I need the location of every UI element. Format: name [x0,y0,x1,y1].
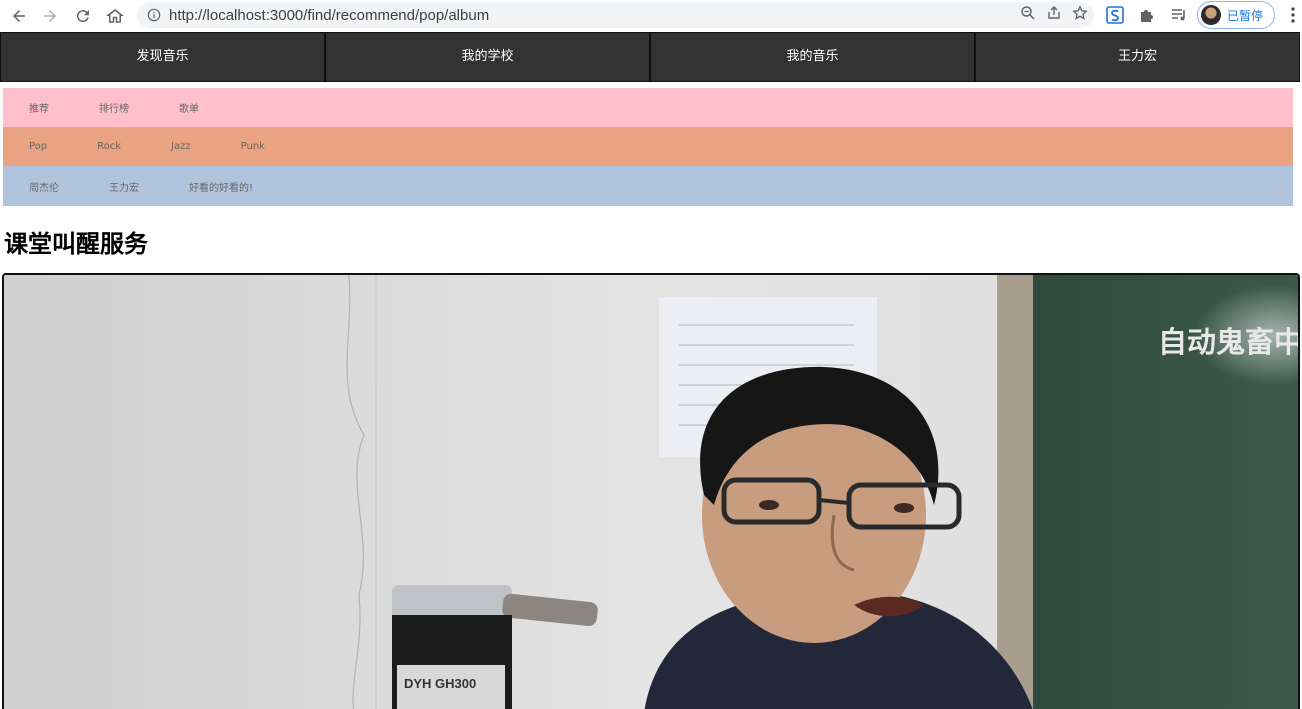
media-playlist-icon[interactable] [1168,4,1190,26]
sub-nav-link-recommend[interactable]: 推荐 [29,100,49,115]
sub-nav-row-1: 推荐 排行榜 歌单 [3,88,1293,127]
sub-nav-link-good-looking[interactable]: 好看的好看的! [189,179,253,194]
sub-nav-link-pop[interactable]: Pop [29,141,47,152]
nav-item-discover-music[interactable]: 发现音乐 [1,33,326,81]
sub-nav-link-rock[interactable]: Rock [97,141,121,152]
back-icon[interactable] [3,0,35,32]
sub-nav-row-3: 周杰伦 王力宏 好看的好看的! [3,166,1293,206]
extensions-puzzle-icon[interactable] [1136,4,1158,26]
profile-status: 已暂停 [1227,8,1264,23]
sub-nav-link-jazz[interactable]: Jazz [171,141,191,152]
home-icon[interactable] [99,0,131,32]
sub-nav-link-punk[interactable]: Punk [241,141,265,152]
profile-button[interactable]: 已暂停 [1197,1,1275,29]
avatar [1201,5,1221,25]
zoom-icon[interactable] [1020,5,1036,25]
page-content: 发现音乐 我的学校 我的音乐 王力宏 推荐 排行榜 歌单 Pop Rock Ja… [0,32,1302,709]
url-text: http://localhost:3000/find/recommend/pop… [169,6,490,24]
sub-nav-row-2: Pop Rock Jazz Punk [3,127,1293,166]
sub-nav-link-charts[interactable]: 排行榜 [99,100,129,115]
nav-item-my-school[interactable]: 我的学校 [326,33,651,81]
sub-nav-link-wang-leehom[interactable]: 王力宏 [109,179,139,194]
danmaku-comment: 自动鬼畜中 [1158,325,1300,359]
reload-icon[interactable] [67,0,99,32]
nav-item-wang-leehom[interactable]: 王力宏 [976,33,1299,81]
site-info-icon[interactable] [147,8,161,22]
extension-s-icon[interactable] [1104,4,1126,26]
address-bar[interactable]: http://localhost:3000/find/recommend/pop… [137,2,1094,28]
sub-nav-link-playlists[interactable]: 歌单 [179,100,199,115]
bookmark-star-icon[interactable] [1072,5,1088,25]
browser-toolbar: http://localhost:3000/find/recommend/pop… [0,0,1302,32]
forward-icon[interactable] [34,0,66,32]
top-nav: 发现音乐 我的学校 我的音乐 王力宏 [0,32,1300,82]
page-title: 课堂叫醒服务 [4,230,148,258]
projector-label: DYH GH300 [404,676,477,691]
nav-item-my-music[interactable]: 我的音乐 [651,33,976,81]
share-icon[interactable] [1046,5,1062,25]
sub-nav-link-jay-chou[interactable]: 周杰伦 [29,179,59,194]
menu-kebab-icon[interactable] [1286,4,1300,26]
video-player[interactable]: 自动鬼畜中 DYH GH300 [2,273,1300,709]
video-frame [4,275,1298,709]
